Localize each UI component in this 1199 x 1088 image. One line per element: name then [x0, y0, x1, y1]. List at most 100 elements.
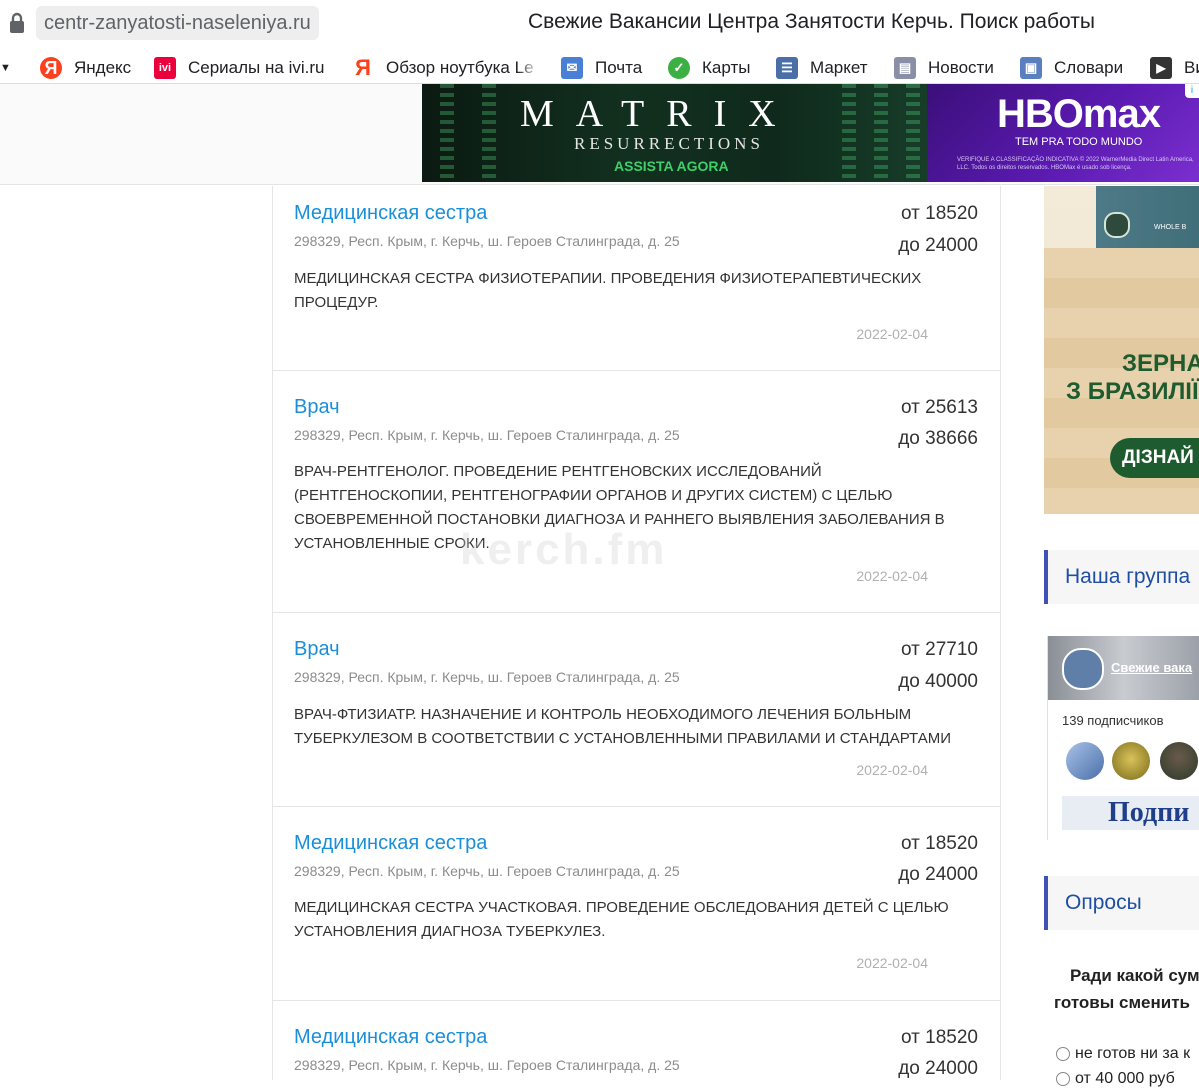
job-address: 298329, Респ. Крым, г. Керчь, ш. Героев …: [294, 427, 680, 443]
yandex-icon: Я: [355, 55, 371, 80]
bookmark-notebook-review[interactable]: Я Обзор ноутбука Le: [352, 52, 540, 84]
bookmark-label: Сериалы на ivi.ru: [188, 58, 325, 77]
bookmark-label: Почта: [595, 58, 643, 77]
browser-topbar: centr-zanyatosti-naseleniya.ru Свежие Ва…: [0, 0, 1199, 48]
salary-to: до 24000: [898, 864, 978, 885]
salary-from: от 18520: [901, 203, 978, 224]
job-date: 2022-02-04: [856, 762, 928, 778]
vk-subscribers-count: 139 подписчиков: [1062, 713, 1164, 728]
radio-button[interactable]: [1056, 1072, 1070, 1086]
poll-option[interactable]: от 40 000 руб: [1056, 1070, 1175, 1088]
hbo-ad[interactable]: HBOmax TEM PRA TODO MUNDO VERIFIQUE A CL…: [927, 84, 1199, 182]
bookmark-label: Маркет: [810, 58, 868, 77]
ivi-icon: ivi: [154, 57, 176, 79]
bookmark-news[interactable]: ▤ Новости: [894, 52, 994, 84]
news-icon: ▤: [894, 57, 916, 79]
bookmark-market[interactable]: ☰ Маркет: [776, 52, 868, 84]
matrix-code-column: [874, 84, 888, 182]
ad-info-icon[interactable]: i: [1185, 84, 1199, 98]
poll-option-label: от 40 000 руб: [1075, 1070, 1175, 1087]
matrix-code-column: [906, 84, 920, 182]
poll-question-line: Ради какой сум: [1070, 966, 1199, 985]
polls-heading-text: Опросы: [1065, 891, 1142, 914]
video-icon: ▶: [1150, 57, 1172, 79]
address-bar[interactable]: centr-zanyatosti-naseleniya.ru: [36, 6, 319, 40]
coffee-seal-icon: [1104, 212, 1130, 238]
group-heading: Наша группа: [1044, 550, 1199, 604]
job-list: Медицинская сестра 298329, Респ. Крым, г…: [272, 186, 1001, 1080]
salary-to: до 24000: [898, 235, 978, 256]
salary-from: от 18520: [901, 1027, 978, 1048]
job-title-link[interactable]: Медицинская сестра: [294, 1026, 487, 1049]
bookmark-label: Ви: [1184, 58, 1199, 77]
job-card: Врач 298329, Респ. Крым, г. Керчь, ш. Ге…: [273, 613, 1000, 807]
job-card: Медицинская сестра 298329, Респ. Крым, г…: [273, 1001, 1000, 1080]
hbo-tagline: TEM PRA TODO MUNDO: [1015, 136, 1143, 148]
maps-icon: ✓: [668, 57, 690, 79]
coffee-ad[interactable]: WHOLE B ЗЕРНА З БРАЗИЛІЇ ДІЗНАЙ: [1044, 186, 1199, 514]
job-address: 298329, Респ. Крым, г. Керчь, ш. Героев …: [294, 233, 680, 249]
bookmark-label: Яндекс: [74, 58, 132, 77]
lock-icon[interactable]: [8, 12, 26, 34]
job-description: МЕДИЦИНСКАЯ СЕСТРА ФИЗИОТЕРАПИИ. ПРОВЕДЕ…: [294, 270, 922, 311]
matrix-code-column: [482, 84, 496, 182]
job-title-link[interactable]: Врач: [294, 396, 340, 419]
bookmarks-bar: ▼ Я Яндекс ivi Сериалы на ivi.ru Я Обзор…: [0, 52, 1199, 84]
subscriber-avatar[interactable]: [1160, 742, 1198, 780]
salary-to: до 24000: [898, 1058, 978, 1079]
group-heading-text: Наша группа: [1065, 565, 1191, 588]
subscriber-avatar[interactable]: [1066, 742, 1104, 780]
job-date: 2022-02-04: [856, 568, 928, 584]
salary-to: до 40000: [898, 671, 978, 692]
salary-from: от 25613: [901, 397, 978, 418]
matrix-code-column: [842, 84, 856, 182]
bookmark-dictionary[interactable]: ▣ Словари: [1020, 52, 1123, 84]
job-card: Медицинская сестра 298329, Респ. Крым, г…: [273, 186, 1000, 371]
mail-icon: ✉: [561, 57, 583, 79]
bookmark-video[interactable]: ▶ Ви: [1150, 52, 1199, 84]
job-address: 298329, Респ. Крым, г. Керчь, ш. Героев …: [294, 863, 680, 879]
bookmark-label: Новости: [928, 58, 994, 77]
job-date: 2022-02-04: [856, 955, 928, 971]
ad-banner[interactable]: MATRIX RESURRECTIONS ASSISTA AGORA HBOma…: [422, 84, 1199, 182]
vk-group-avatar[interactable]: [1062, 648, 1104, 690]
bookmark-mail[interactable]: ✉ Почта: [561, 52, 642, 84]
job-date: 2022-02-04: [856, 326, 928, 342]
polls-heading: Опросы: [1044, 876, 1199, 930]
job-card: Медицинская сестра 298329, Респ. Крым, г…: [273, 807, 1000, 1001]
matrix-code-column: [440, 84, 454, 182]
matrix-title: MATRIX: [520, 93, 798, 135]
matrix-cta[interactable]: ASSISTA AGORA: [614, 158, 729, 174]
vk-subscribe-button[interactable]: Подпи: [1062, 796, 1199, 830]
coffee-headline-1: ЗЕРНА: [1122, 350, 1199, 377]
hbo-fineprint: VERIFIQUE A CLASSIFICAÇÃO INDICATIVA © 2…: [957, 157, 1194, 171]
coffee-cta-button[interactable]: ДІЗНАЙ: [1110, 438, 1199, 478]
yandex-icon: Я: [40, 57, 62, 79]
salary-from: от 18520: [901, 833, 978, 854]
job-title-link[interactable]: Медицинская сестра: [294, 832, 487, 855]
poll-question: Ради какой сум готовы сменить: [1054, 962, 1199, 1016]
bookmark-yandex[interactable]: Я Яндекс: [40, 52, 131, 84]
job-title-link[interactable]: Медицинская сестра: [294, 202, 487, 225]
bookmark-ivi[interactable]: ivi Сериалы на ivi.ru: [154, 52, 324, 84]
subscriber-avatar[interactable]: [1112, 742, 1150, 780]
poll-option[interactable]: не готов ни за к: [1056, 1045, 1190, 1063]
vk-group-name-link[interactable]: Свежие вака: [1111, 660, 1192, 675]
job-title-link[interactable]: Врач: [294, 638, 340, 661]
bookmark-label: Словари: [1054, 58, 1124, 77]
job-address: 298329, Респ. Крым, г. Керчь, ш. Героев …: [294, 1057, 680, 1073]
page-title: Свежие Вакансии Центра Занятости Керчь. …: [528, 10, 1095, 33]
job-card: Врач 298329, Респ. Крым, г. Керчь, ш. Ге…: [273, 371, 1000, 613]
hbo-logo: HBOmax: [997, 92, 1161, 136]
bookmark-label: Обзор ноутбука Le: [386, 58, 534, 77]
job-description: ВРАЧ-ФТИЗИАТР. НАЗНАЧЕНИЕ И КОНТРОЛЬ НЕО…: [294, 706, 951, 747]
bookmark-label: Карты: [702, 58, 751, 77]
job-address: 298329, Респ. Крым, г. Керчь, ш. Героев …: [294, 669, 680, 685]
bookmark-maps[interactable]: ✓ Карты: [668, 52, 750, 84]
matrix-ad[interactable]: MATRIX RESURRECTIONS ASSISTA AGORA: [422, 84, 927, 182]
bookmarks-overflow-arrow[interactable]: ▼: [0, 52, 11, 84]
vk-group-widget[interactable]: Свежие вака 139 подписчиков Подпи: [1047, 636, 1199, 840]
matrix-subtitle: RESURRECTIONS: [574, 134, 764, 153]
salary-from: от 27710: [901, 639, 978, 660]
radio-button[interactable]: [1056, 1047, 1070, 1061]
